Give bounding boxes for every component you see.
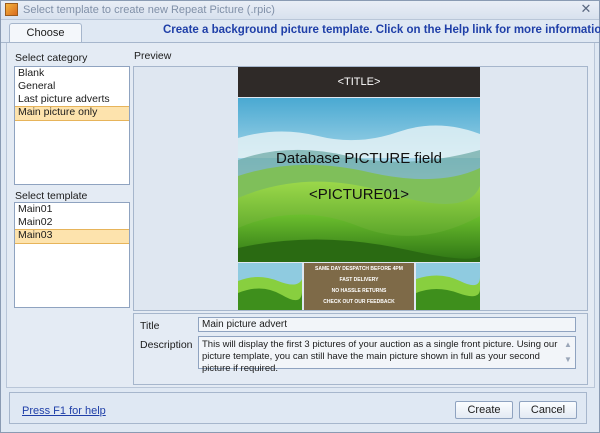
title-field[interactable]: Main picture advert — [198, 317, 576, 332]
landscape-image — [238, 98, 480, 262]
picture01-placeholder: <PICTURE01> — [308, 186, 410, 203]
database-picture-field-text: Database PICTURE field — [276, 150, 442, 167]
close-icon[interactable]: ✕ — [579, 1, 593, 17]
preview-bottom-strip: SAME DAY DESPATCH BEFORE 4PM FAST DELIVE… — [238, 263, 480, 310]
badge-no-hassle-returns: NO HASSLE RETURNS — [331, 288, 387, 294]
landscape-thumbnail-left — [238, 263, 302, 310]
template-label: Select template — [15, 190, 88, 202]
category-list[interactable]: Blank General Last picture adverts Main … — [14, 66, 130, 185]
main-panel: Select category Blank General Last pictu… — [6, 43, 595, 388]
landscape-thumbnail-right — [416, 263, 480, 310]
description-label: Description — [140, 339, 193, 351]
cancel-button[interactable]: Cancel — [519, 401, 577, 419]
preview-title-placeholder: <TITLE> — [238, 67, 480, 97]
title-bar[interactable]: Select template to create new Repeat Pic… — [1, 1, 599, 20]
thumbnail-left — [238, 263, 302, 310]
details-panel: Title Main picture advert Description Th… — [133, 313, 588, 385]
thumbnail-right — [416, 263, 480, 310]
badge-fast-delivery: FAST DELIVERY — [339, 277, 379, 283]
title-label: Title — [140, 320, 160, 332]
description-field[interactable]: This will display the first 3 pictures o… — [198, 336, 576, 374]
badge-check-feedback: CHECK OUT OUR FEEDBACK — [323, 299, 395, 305]
info-text: Create a background picture template. Cl… — [163, 24, 600, 36]
picture-app-icon — [5, 3, 18, 16]
preview-label: Preview — [134, 50, 172, 62]
template-item-main03[interactable]: Main03 — [15, 229, 129, 244]
footer-bar: Press F1 for help Create Cancel — [1, 388, 599, 432]
description-scrollbar[interactable]: ▲ ▼ — [562, 338, 574, 367]
category-item-main-picture-only[interactable]: Main picture only — [15, 106, 129, 121]
dialog-window: Select template to create new Repeat Pic… — [0, 0, 600, 433]
category-item-general[interactable]: General — [15, 80, 129, 93]
tab-strip: Choose template Create a background pict… — [1, 20, 600, 57]
category-label: Select category — [15, 52, 88, 64]
badge-same-day-despatch: SAME DAY DESPATCH BEFORE 4PM — [315, 266, 403, 272]
help-link[interactable]: Press F1 for help — [22, 405, 106, 417]
template-item-main01[interactable]: Main01 — [15, 203, 129, 216]
template-item-main02[interactable]: Main02 — [15, 216, 129, 229]
description-text: This will display the first 3 pictures o… — [202, 339, 558, 374]
window-title: Select template to create new Repeat Pic… — [23, 4, 275, 16]
badge-panel: SAME DAY DESPATCH BEFORE 4PM FAST DELIVE… — [304, 263, 414, 310]
tab-choose-template[interactable]: Choose template — [9, 23, 82, 57]
template-list[interactable]: Main01 Main02 Main03 — [14, 202, 130, 308]
create-button[interactable]: Create — [455, 401, 513, 419]
category-item-last-picture-adverts[interactable]: Last picture adverts — [15, 93, 129, 106]
preview-frame: <TITLE> Database PICTURE field <PICTURE0… — [133, 66, 588, 311]
chevron-down-icon[interactable]: ▼ — [563, 355, 573, 365]
footer-panel: Press F1 for help Create Cancel — [9, 392, 587, 424]
chevron-up-icon[interactable]: ▲ — [563, 340, 573, 350]
category-item-blank[interactable]: Blank — [15, 67, 129, 80]
preview-main-picture: Database PICTURE field <PICTURE01> — [238, 98, 480, 262]
